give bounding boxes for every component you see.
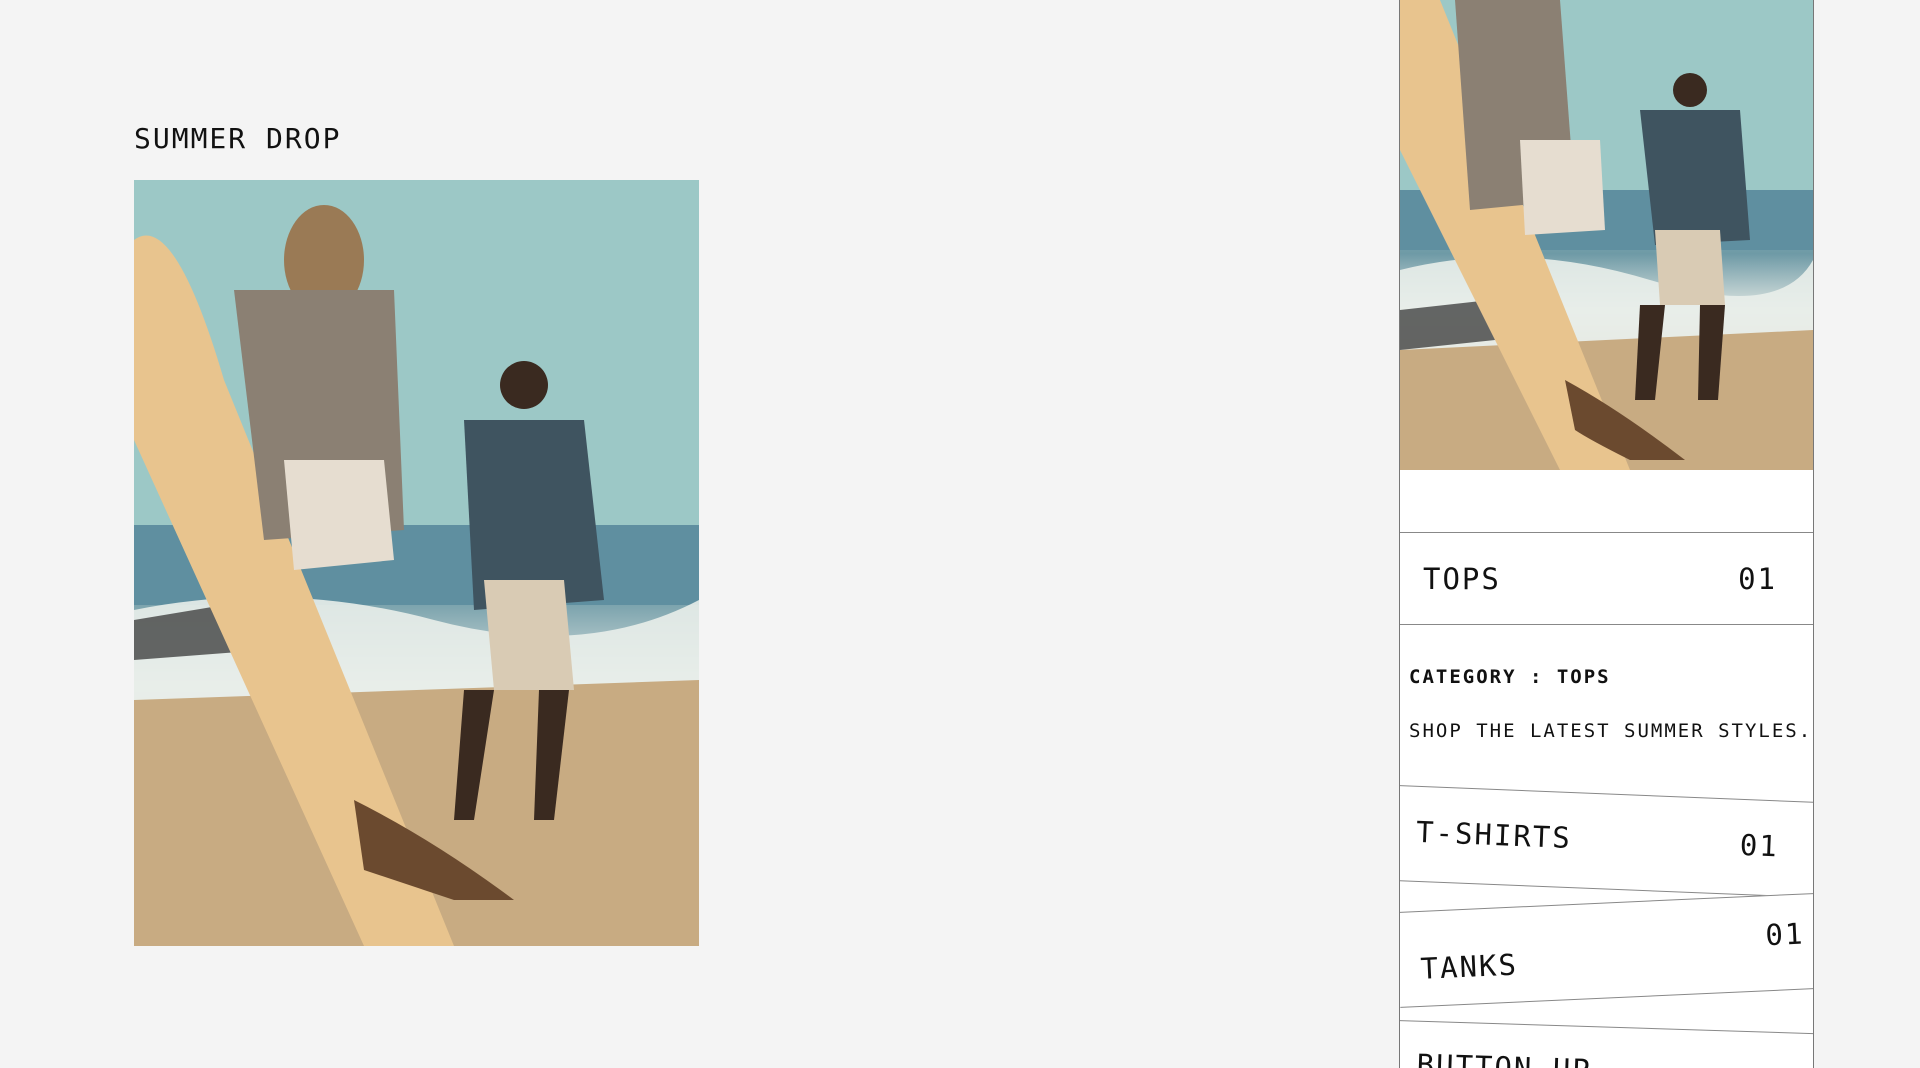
- category-panel: TOPS 01 CATEGORY : TOPS SHOP THE LATEST …: [1399, 0, 1814, 1068]
- subcategory-tanks-label: TANKS: [1419, 947, 1519, 986]
- category-tops-row[interactable]: TOPS 01: [1400, 532, 1813, 625]
- subcategory-button-up[interactable]: BUTTON-UP: [1400, 1020, 1813, 1068]
- panel-image-art: [1400, 0, 1813, 470]
- subcategory-t-shirts-label: T-SHIRTS: [1415, 814, 1573, 856]
- hero-image-art: [134, 180, 699, 946]
- subcategory-t-shirts-count: 01: [1739, 827, 1780, 864]
- category-line: CATEGORY : TOPS: [1409, 666, 1611, 688]
- subcategory-t-shirts[interactable]: T-SHIRTS 01: [1400, 785, 1813, 898]
- subcategory-button-up-label: BUTTON-UP: [1416, 1047, 1593, 1068]
- panel-image[interactable]: [1400, 0, 1813, 470]
- collection-title: SUMMER DROP: [134, 122, 342, 155]
- category-tops-count: 01: [1738, 561, 1777, 596]
- subcategory-tanks-count: 01: [1764, 916, 1806, 953]
- hero-image[interactable]: [134, 180, 699, 946]
- subcategory-tanks[interactable]: TANKS 01: [1400, 892, 1813, 1008]
- category-tops-label: TOPS: [1423, 561, 1501, 596]
- category-description: SHOP THE LATEST SUMMER STYLES.: [1409, 720, 1813, 742]
